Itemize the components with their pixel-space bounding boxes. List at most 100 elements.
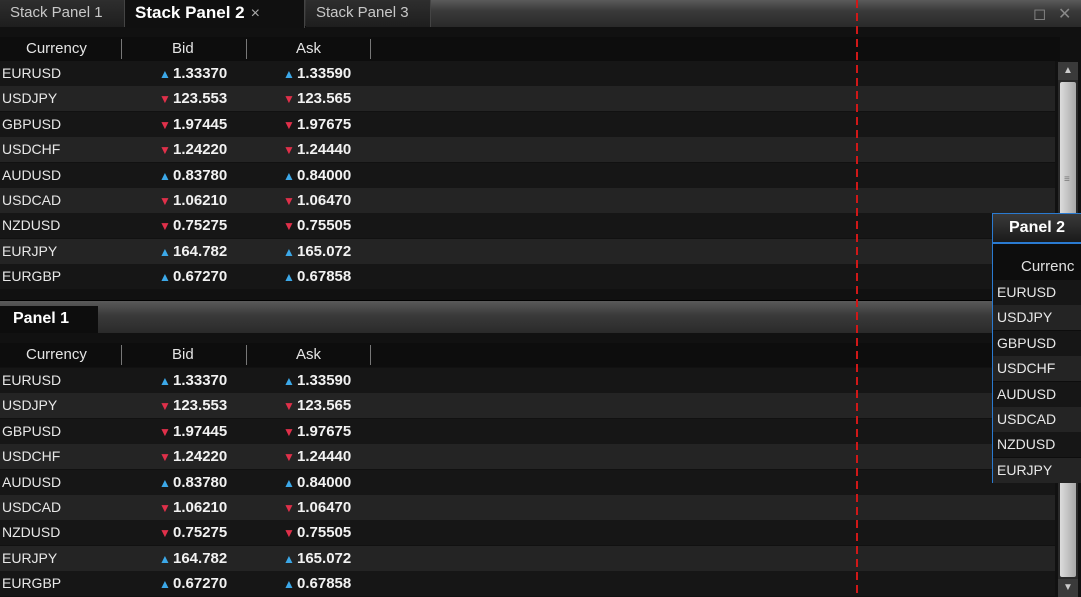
bid-value: 1.33370 — [173, 372, 228, 389]
bid-cell: ▼ 1.06210 — [157, 188, 227, 214]
table-row[interactable]: USDCAD ▼ 1.06210 ▼ 1.06470 — [0, 188, 1055, 213]
bid-cell: ▲ 0.67270 — [157, 264, 227, 290]
ask-cell: ▲ 1.33590 — [281, 61, 351, 87]
currency-cell: NZDUSD — [2, 524, 61, 541]
table-row[interactable]: AUDUSD ▲ 0.83780 ▲ 0.84000 — [0, 162, 1055, 188]
bid-cell: ▲ 164.782 — [157, 546, 227, 572]
bid-cell: ▼ 1.97445 — [157, 419, 227, 445]
table-row[interactable]: NZDUSD ▼ 0.75275 ▼ 0.75505 — [0, 520, 1055, 546]
scroll-up-icon[interactable]: ▲ — [1058, 62, 1078, 80]
arrow-up-icon: ▲ — [283, 577, 295, 592]
table-row[interactable]: NZDUSD ▼ 0.75275 ▼ 0.75505 — [0, 213, 1055, 239]
bid-value: 1.06210 — [173, 499, 228, 516]
list-item[interactable]: USDJPY — [993, 305, 1081, 331]
bid-value: 1.24220 — [173, 141, 228, 159]
currency-cell: USDCHF — [2, 141, 61, 158]
column-separator[interactable] — [370, 345, 371, 365]
currency-cell: USDJPY — [2, 90, 58, 107]
table-row[interactable]: EURJPY ▲ 164.782 ▲ 165.072 — [0, 238, 1055, 265]
column-header-ask[interactable]: Ask — [296, 37, 321, 61]
column-header-bid[interactable]: Bid — [172, 37, 194, 61]
ask-value: 165.072 — [297, 549, 352, 567]
panel-1-tab[interactable]: Panel 1 — [0, 306, 98, 333]
table-row[interactable]: USDCHF ▼ 1.24220 ▼ 1.24440 — [0, 444, 1055, 470]
table-row[interactable]: GBPUSD ▼ 1.97445 ▼ 1.97675 — [0, 418, 1055, 445]
bid-cell: ▲ 164.782 — [157, 239, 227, 265]
ask-cell: ▼ 1.06470 — [281, 495, 351, 521]
list-item[interactable]: GBPUSD — [993, 330, 1081, 356]
ask-cell: ▼ 1.06470 — [281, 188, 351, 214]
arrow-down-icon: ▼ — [283, 526, 295, 541]
column-separator[interactable] — [370, 39, 371, 59]
table-row[interactable]: USDCHF ▼ 1.24220 ▼ 1.24440 — [0, 137, 1055, 163]
arrow-up-icon: ▲ — [159, 551, 171, 566]
currency-cell: GBPUSD — [2, 115, 62, 132]
bid-value: 0.67270 — [173, 575, 228, 593]
floating-panel-2[interactable]: Panel 2 Currenc EURUSD USDJPY GBPUSD USDCHF… — [992, 213, 1081, 483]
currency-cell: USDCAD — [2, 192, 62, 208]
currency-cell: EURGBP — [2, 268, 62, 285]
bid-value: 1.97445 — [173, 422, 228, 440]
restore-icon[interactable]: ◻ — [1033, 4, 1046, 24]
arrow-down-icon: ▼ — [283, 450, 295, 465]
panel-2-title[interactable]: Panel 2 — [993, 214, 1081, 244]
arrow-up-icon: ▲ — [159, 374, 171, 388]
bid-value: 164.782 — [173, 549, 228, 567]
table-row[interactable]: USDJPY ▼ 123.553 ▼ 123.565 — [0, 86, 1055, 112]
table-row[interactable]: GBPUSD ▼ 1.97445 ▼ 1.97675 — [0, 111, 1055, 137]
table-row[interactable]: EURGBP ▲ 0.67270 ▲ 0.67858 — [0, 571, 1055, 597]
ask-cell: ▼ 0.75505 — [281, 520, 351, 546]
tab-stack-panel-3[interactable]: Stack Panel 3 — [306, 0, 431, 27]
table-row[interactable]: EURGBP ▲ 0.67270 ▲ 0.67858 — [0, 264, 1055, 290]
panel-2-currency-header[interactable]: Currenc — [1021, 258, 1074, 275]
currency-cell: USDCHF — [2, 448, 61, 465]
list-item[interactable]: EURUSD — [993, 280, 1081, 305]
currency-cell: EURJPY — [2, 549, 58, 566]
ask-value: 0.67858 — [297, 575, 352, 593]
scroll-down-icon[interactable]: ▼ — [1058, 579, 1078, 597]
column-separator[interactable] — [121, 39, 122, 59]
close-window-icon[interactable]: ✕ — [1058, 4, 1071, 24]
ask-cell: ▲ 1.33590 — [281, 368, 351, 394]
bid-cell: ▼ 123.553 — [157, 86, 227, 112]
ask-cell: ▲ 0.67858 — [281, 571, 351, 597]
column-header-ask[interactable]: Ask — [296, 343, 321, 367]
ask-cell: ▲ 165.072 — [281, 546, 351, 572]
column-header-bid[interactable]: Bid — [172, 343, 194, 367]
panel-1-header — [0, 300, 1060, 333]
ask-value: 0.75505 — [297, 217, 352, 235]
currency-cell: AUDUSD — [2, 166, 62, 183]
bid-value: 123.553 — [173, 397, 228, 415]
currency-cell: EURJPY — [2, 242, 58, 259]
list-item[interactable]: AUDUSD — [993, 381, 1081, 407]
bid-value: 0.75275 — [173, 524, 228, 542]
arrow-down-icon: ▼ — [159, 92, 171, 107]
column-header-currency[interactable]: Currency — [26, 37, 87, 61]
close-tab-icon[interactable]: × — [251, 1, 260, 27]
currency-cell: USDCAD — [2, 499, 62, 515]
tab-stack-panel-1[interactable]: Stack Panel 1 — [0, 0, 125, 27]
list-item[interactable]: USDCAD — [993, 407, 1081, 432]
table-row[interactable]: EURUSD ▲ 1.33370 ▲ 1.33590 — [0, 368, 1055, 393]
tab-stack-panel-2[interactable]: Stack Panel 2 × — [125, 0, 305, 28]
table-row[interactable]: USDJPY ▼ 123.553 ▼ 123.565 — [0, 393, 1055, 419]
list-item[interactable]: NZDUSD — [993, 432, 1081, 458]
ask-value: 0.75505 — [297, 524, 352, 542]
column-separator[interactable] — [246, 39, 247, 59]
table-row[interactable]: EURJPY ▲ 164.782 ▲ 165.072 — [0, 545, 1055, 572]
list-item[interactable]: USDCHF — [993, 356, 1081, 382]
ask-value: 123.565 — [297, 90, 352, 108]
list-item[interactable]: EURJPY — [993, 457, 1081, 483]
ask-cell: ▲ 0.67858 — [281, 264, 351, 290]
ask-value: 1.33590 — [297, 372, 352, 389]
bid-cell: ▼ 1.06210 — [157, 495, 227, 521]
grid-header: Currency Bid Ask — [0, 37, 1060, 61]
bid-cell: ▲ 0.83780 — [157, 470, 227, 496]
table-row[interactable]: USDCAD ▼ 1.06210 ▼ 1.06470 — [0, 495, 1055, 520]
column-header-currency[interactable]: Currency — [26, 343, 87, 367]
table-row[interactable]: EURUSD ▲ 1.33370 ▲ 1.33590 — [0, 61, 1055, 86]
column-separator[interactable] — [121, 345, 122, 365]
arrow-up-icon: ▲ — [283, 168, 295, 183]
column-separator[interactable] — [246, 345, 247, 365]
table-row[interactable]: AUDUSD ▲ 0.83780 ▲ 0.84000 — [0, 469, 1055, 496]
